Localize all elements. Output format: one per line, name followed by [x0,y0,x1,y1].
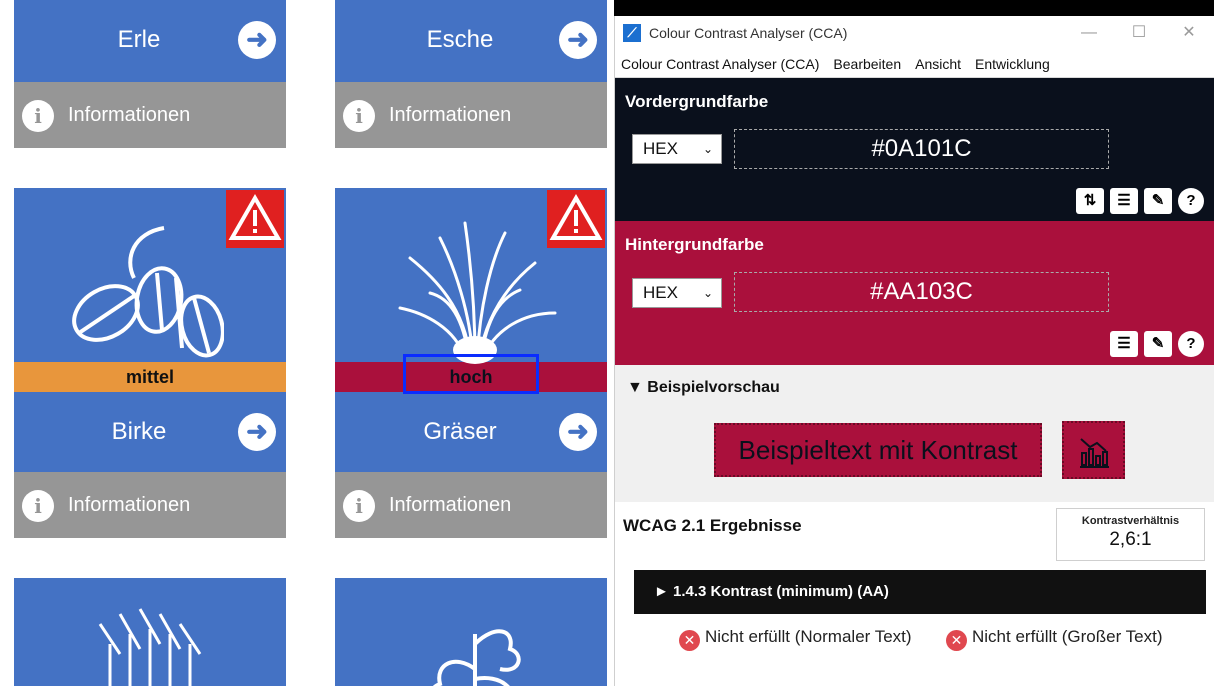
card-name-row[interactable]: Birke ➜ [14,392,286,472]
eyedropper-icon[interactable]: ✎ [1144,188,1172,214]
info-label: Informationen [68,104,191,126]
info-icon: i [22,100,54,132]
info-label: Informationen [389,104,512,126]
background-format-select[interactable]: HEX ⌄ [632,278,722,308]
contrast-ratio-label: Kontrastverhältnis [1081,515,1180,527]
card-esche: Esche ➜ i Informationen [335,0,607,148]
info-button[interactable]: i Informationen [335,472,607,538]
status-normal-label: Nicht erfüllt (Normaler Text) [705,627,912,646]
background-panel: Hintergrundfarbe HEX ⌄ #AA103C ☰ ✎ ? [615,221,1214,365]
sliders-icon[interactable]: ☰ [1110,188,1138,214]
grass-icon [398,221,557,364]
warning-icon [226,190,284,248]
preview-heading[interactable]: ▼ Beispielvorschau [627,379,780,397]
herb-icon [433,629,521,686]
menu-item-bearbeiten[interactable]: Bearbeiten [833,56,901,72]
arrow-right-icon[interactable]: ➜ [559,413,597,451]
chevron-down-icon: ⌄ [702,142,713,156]
cca-app-icon: ⟋ [623,24,641,42]
foreground-panel: Vordergrundfarbe HEX ⌄ #0A101C ⇅ ☰ ✎ ? [615,78,1214,221]
info-icon: i [343,100,375,132]
card-image-area[interactable] [335,188,607,364]
results-heading: WCAG 2.1 Ergebnisse [623,516,802,535]
card-name: Birke [111,418,167,445]
chevron-down-icon: ⌄ [702,286,713,300]
foreground-hex-input[interactable]: #0A101C [734,129,1109,169]
foreground-heading: Vordergrundfarbe [625,92,769,111]
screen-edge [614,0,1214,16]
fail-icon: ✕ [679,630,700,651]
info-label: Informationen [389,494,512,516]
menu-item-entwicklung[interactable]: Entwicklung [975,56,1050,72]
results-section: WCAG 2.1 Ergebnisse Kontrastverhältnis 2… [615,502,1214,682]
info-label: Informationen [68,494,191,516]
minimize-icon[interactable]: — [1074,16,1104,50]
status-large-label: Nicht erfüllt (Großer Text) [972,627,1163,646]
menu-item-ansicht[interactable]: Ansicht [915,56,961,72]
info-button[interactable]: i Informationen [14,472,286,538]
sliders-icon[interactable]: ☰ [1110,331,1138,357]
menu-bar: Colour Contrast Analyser (CCA) Bearbeite… [615,50,1214,78]
wheat-icon [98,608,202,686]
card-name-row[interactable]: Esche ➜ [335,0,607,82]
background-hex-input[interactable]: #AA103C [734,272,1109,312]
eyedropper-icon[interactable]: ✎ [1144,331,1172,357]
help-icon[interactable]: ? [1178,331,1204,357]
arrow-right-icon[interactable]: ➜ [238,21,276,59]
background-tools: ☰ ✎ ? [1110,331,1204,357]
sample-text-box: Beispieltext mit Kontrast [714,423,1042,477]
focus-highlight [403,354,539,394]
info-icon: i [22,490,54,522]
swap-colors-icon[interactable]: ⇅ [1076,188,1104,214]
card-herb [335,578,607,686]
card-name-row[interactable]: Gräser ➜ [335,392,607,472]
arrow-right-icon[interactable]: ➜ [559,21,597,59]
foreground-tools: ⇅ ☰ ✎ ? [1076,188,1204,214]
close-icon[interactable]: ✕ [1174,16,1204,50]
card-name: Erle [117,26,161,53]
card-name: Gräser [423,418,497,445]
birch-leaves-icon [72,226,224,358]
status-large-text: ✕ Nicht erfüllt (Großer Text) [946,626,1214,651]
card-wheat [14,578,286,686]
info-icon: i [343,490,375,522]
cca-window: ⟋ Colour Contrast Analyser (CCA) — ☐ ✕ C… [614,16,1214,686]
arrow-right-icon[interactable]: ➜ [238,413,276,451]
format-value: HEX [643,139,678,158]
help-icon[interactable]: ? [1178,188,1204,214]
preview-section: ▼ Beispielvorschau Beispieltext mit Kont… [615,365,1214,502]
contrast-ratio-value: 2,6:1 [1109,529,1152,550]
menu-item-cca[interactable]: Colour Contrast Analyser (CCA) [621,56,819,72]
background-heading: Hintergrundfarbe [625,235,764,254]
foreground-format-select[interactable]: HEX ⌄ [632,134,722,164]
card-birke: mittel Birke ➜ i Informationen [14,188,286,538]
contrast-ratio-box: Kontrastverhältnis 2,6:1 [1056,508,1205,561]
card-name-row[interactable]: Erle ➜ [14,0,286,82]
maximize-icon[interactable]: ☐ [1124,16,1154,50]
status-normal-text: ✕ Nicht erfüllt (Normaler Text) [679,626,919,651]
card-name: Esche [426,26,494,53]
info-button[interactable]: i Informationen [335,82,607,148]
card-image-area[interactable] [335,578,607,686]
criterion-1-4-3-toggle[interactable]: ► 1.4.3 Kontrast (minimum) (AA) [634,570,1206,614]
fail-icon: ✕ [946,630,967,651]
card-image-area[interactable] [14,188,286,362]
format-value: HEX [643,283,678,302]
card-erle: Erle ➜ i Informationen [14,0,286,148]
info-button[interactable]: i Informationen [14,82,286,148]
card-image-area[interactable] [14,578,286,686]
window-title: Colour Contrast Analyser (CCA) [649,25,848,41]
chart-icon[interactable] [1062,421,1125,479]
pollen-level-badge: mittel [14,362,286,392]
title-bar[interactable]: ⟋ Colour Contrast Analyser (CCA) — ☐ ✕ [615,16,1214,50]
pollen-app: Erle ➜ i Informationen Esche ➜ i Informa… [0,0,614,686]
